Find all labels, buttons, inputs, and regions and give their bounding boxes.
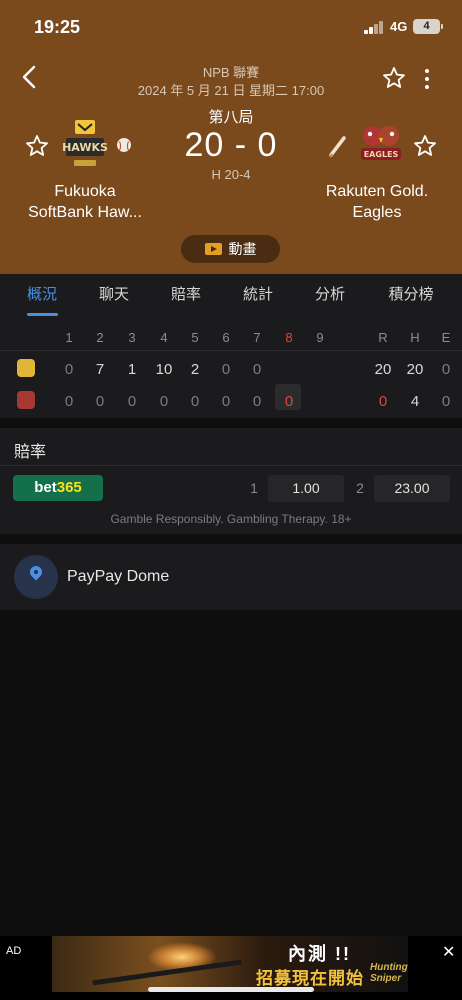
tab-standings[interactable]: 積分榜: [375, 274, 447, 318]
ad-subheadline: 招募現在開始: [256, 969, 364, 988]
responsible-gambling-note: Gamble Responsibly. Gambling Therapy. 18…: [110, 512, 352, 526]
status-bar: 19:25 4G 4: [0, 0, 462, 54]
battery-tip: [441, 24, 443, 29]
location-pin-icon: [27, 563, 45, 581]
inning-header-6: 6: [222, 330, 230, 345]
home-score-cell: 10: [155, 361, 173, 378]
odds-option-1-index: 1: [250, 480, 258, 496]
match-header: 19:25 4G 4 NPB 聯賽 2024 年 5 月 21 日 星期二 17…: [0, 0, 462, 274]
inning-header-3: 3: [128, 330, 136, 345]
bet365-label-bet: bet: [34, 479, 57, 496]
tab-stats[interactable]: 統計: [228, 274, 288, 318]
away-score-cell: 0: [284, 393, 294, 410]
home-score-cell: 20: [406, 361, 424, 378]
inning-header-R: R: [378, 330, 388, 345]
away-team-star-icon[interactable]: [413, 134, 437, 158]
bat-icon: [329, 136, 346, 158]
home-score-cell: 0: [64, 361, 74, 378]
ad-banner[interactable]: 內測 !! 招募現在開始 Hunting Sniper: [52, 936, 408, 992]
signal-icon: [364, 21, 384, 34]
away-score-cell: 0: [252, 393, 262, 410]
inning-header-7: 7: [253, 330, 261, 345]
home-indicator[interactable]: [148, 987, 314, 992]
away-score-cell: 4: [410, 393, 420, 410]
inning-header-E: E: [441, 330, 451, 345]
home-team-mini-logo: [17, 359, 35, 377]
inning-header-1: 1: [65, 330, 73, 345]
home-score-cell: 1: [127, 361, 137, 378]
inning-header-2: 2: [96, 330, 104, 345]
star-icon[interactable]: [382, 66, 406, 90]
home-team-name-line1: Fukuoka: [54, 183, 116, 200]
home-score-cell: 20: [374, 361, 392, 378]
home-team-name[interactable]: Fukuoka SoftBank Haw...: [10, 181, 160, 223]
tab-overview[interactable]: 概況: [12, 274, 72, 318]
bet365-button[interactable]: bet365: [13, 475, 103, 501]
odds-option-2-value: 23.00: [394, 480, 430, 496]
venue-card[interactable]: PayPay Dome: [0, 544, 462, 610]
active-tab-indicator: [27, 313, 58, 316]
ad-close-icon[interactable]: ✕: [442, 942, 455, 962]
away-team-name-line1: Rakuten Gold.: [325, 183, 429, 200]
odds-option-1[interactable]: 1.00: [268, 475, 344, 502]
home-score-cell: 0: [221, 361, 231, 378]
odds-option-2-index: 2: [356, 480, 364, 496]
away-team-name[interactable]: Rakuten Gold. Eagles: [302, 181, 452, 223]
scoreboard-divider: [0, 350, 462, 351]
home-team-logo[interactable]: HAWKS: [60, 118, 110, 170]
home-team-star-icon[interactable]: [25, 134, 49, 158]
home-score-cell: 0: [441, 361, 451, 378]
ad-headline: 內測 !!: [288, 944, 351, 964]
inning-header-H: H: [410, 330, 420, 345]
odds-option-2[interactable]: 23.00: [374, 475, 450, 502]
ad-label: AD: [6, 945, 22, 957]
video-icon: [204, 243, 222, 255]
odds-card: 賠率 bet365 1 1.00 2 23.00 Gamble Responsi…: [0, 428, 462, 534]
home-score-cell: 7: [95, 361, 105, 378]
odds-title: 賠率: [14, 444, 47, 461]
odds-option-1-value: 1.00: [292, 480, 320, 496]
away-score-cell: 0: [64, 393, 74, 410]
home-score-cell: 0: [252, 361, 262, 378]
home-score-cell: 2: [190, 361, 200, 378]
away-score-cell: 0: [95, 393, 105, 410]
network-type: 4G: [390, 19, 408, 34]
tab-odds[interactable]: 賠率: [156, 274, 216, 318]
away-score-cell: 0: [441, 393, 451, 410]
animation-label: 動畫: [228, 241, 257, 257]
more-icon[interactable]: [418, 66, 436, 92]
away-score-cell: 0: [159, 393, 169, 410]
ad-brand-logo: Hunting Sniper: [370, 962, 408, 984]
bet365-label-365: 365: [56, 479, 82, 496]
venue-name: PayPay Dome: [67, 568, 170, 585]
inning-header-9: 9: [316, 330, 324, 345]
tab-chat[interactable]: 聊天: [84, 274, 144, 318]
tab-analysis[interactable]: 分析: [300, 274, 360, 318]
venue-icon-circle: [14, 555, 58, 599]
battery-icon: 4: [413, 19, 440, 34]
status-time: 19:25: [34, 17, 81, 37]
tab-bar: 概況 聊天 賠率 統計 分析 積分榜: [0, 274, 462, 318]
odds-divider: [0, 465, 462, 466]
away-team-mini-logo: [17, 391, 35, 409]
inning-header-5: 5: [191, 330, 199, 345]
home-team-name-line2: SoftBank Haw...: [28, 204, 142, 221]
away-score-cell: 0: [378, 393, 388, 410]
inning-header-8: 8: [285, 330, 293, 345]
animation-button[interactable]: 動畫: [181, 235, 280, 263]
away-team-name-line2: Eagles: [352, 204, 402, 221]
away-score-cell: 0: [190, 393, 200, 410]
line-score: 1 2 3 4 5 6 7 8 9 R H E 0 7 1 10 2 0 0 20 20 0 0 0 0 0 0 0 0 0 0 4 0: [0, 318, 462, 418]
svg-text:HAWKS: HAWKS: [62, 141, 108, 154]
inning-header-4: 4: [160, 330, 168, 345]
away-team-logo[interactable]: EAGLES: [357, 122, 405, 168]
svg-text:EAGLES: EAGLES: [364, 150, 399, 159]
away-score-cell: 0: [221, 393, 231, 410]
away-score-cell: 0: [127, 393, 137, 410]
baseball-icon: [117, 138, 131, 152]
